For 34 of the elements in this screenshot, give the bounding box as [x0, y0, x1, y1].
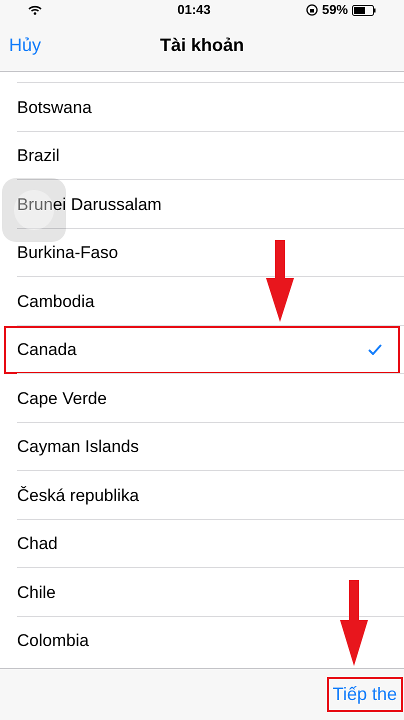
country-name: Brunei Darussalam — [17, 194, 162, 216]
country-name: Brazil — [17, 145, 60, 167]
country-row[interactable]: Canada — [4, 326, 400, 374]
country-row[interactable]: Cape Verde — [0, 374, 404, 422]
country-row[interactable]: Česká republika — [0, 471, 404, 520]
wifi-icon — [28, 5, 42, 15]
battery-icon — [352, 4, 376, 16]
cancel-button[interactable]: Hủy — [0, 32, 42, 59]
country-row[interactable]: Cayman Islands — [0, 422, 404, 471]
country-row[interactable]: Burkina-Faso — [0, 228, 404, 277]
checkmark-icon — [368, 344, 382, 356]
country-name: Canada — [17, 339, 77, 361]
country-name: Burkina-Faso — [17, 242, 118, 264]
next-button[interactable]: Tiếp the — [328, 679, 401, 710]
country-name: Cape Verde — [17, 388, 107, 410]
country-name: Cambodia — [17, 290, 94, 312]
battery-percent: 59% — [322, 1, 348, 20]
country-name: Colombia — [17, 630, 89, 652]
country-row[interactable]: Chile — [0, 568, 404, 616]
country-name: Cayman Islands — [17, 436, 139, 458]
country-row[interactable]: Chad — [0, 520, 404, 568]
rotation-lock-icon — [306, 4, 318, 16]
country-row[interactable]: Colombia — [0, 616, 404, 665]
country-name: Botswana — [17, 96, 92, 118]
assistive-touch-button[interactable] — [2, 178, 66, 242]
country-row[interactable]: Cambodia — [0, 277, 404, 326]
country-row[interactable]: Brunei Darussalam — [0, 180, 404, 228]
country-name: Česká republika — [17, 484, 139, 506]
country-row[interactable]: Brazil — [0, 132, 404, 180]
country-row[interactable]: Botswana — [0, 83, 404, 132]
country-name: Chile — [17, 582, 56, 604]
country-name: Chad — [17, 533, 58, 555]
status-time: 01:43 — [177, 1, 211, 20]
nav-title: Tài khoản — [160, 34, 244, 57]
